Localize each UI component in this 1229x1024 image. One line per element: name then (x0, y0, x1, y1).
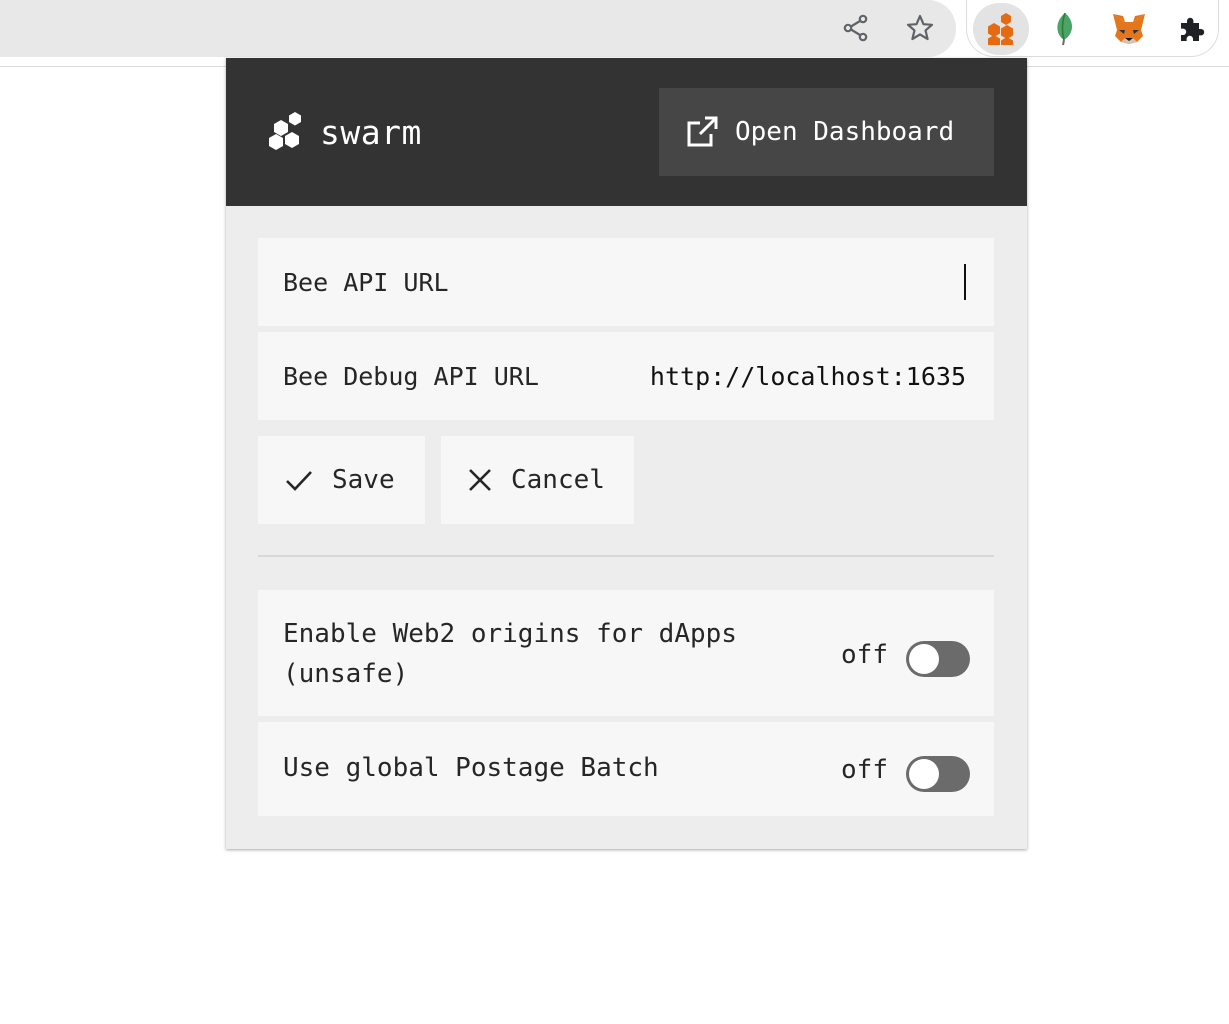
extensions-puzzle-icon[interactable] (1172, 8, 1212, 50)
swarm-extension-popup: swarm Open Dashboard Bee API URL Bee Deb… (226, 58, 1027, 849)
leaf-extension-icon[interactable] (1046, 8, 1084, 50)
popup-header: swarm Open Dashboard (226, 58, 1027, 206)
bee-debug-api-url-label: Bee Debug API URL (283, 361, 539, 391)
logo-text: swarm (320, 112, 422, 152)
bee-api-url-label: Bee API URL (283, 267, 449, 297)
toggle-knob (909, 759, 939, 789)
external-link-icon (687, 116, 718, 147)
bee-debug-api-url-row: Bee Debug API URL (258, 332, 994, 420)
section-divider (258, 555, 994, 557)
metamask-fox-icon[interactable] (1108, 8, 1150, 50)
web2-origins-label-line2: (unsafe) (283, 659, 409, 689)
swarm-logo: swarm (266, 110, 422, 154)
web2-origins-label: Enable Web2 origins for dApps (unsafe) (283, 614, 783, 694)
bee-debug-api-url-input[interactable] (606, 361, 966, 391)
browser-toolbar (0, 0, 1229, 67)
cancel-button[interactable]: Cancel (441, 436, 634, 524)
bee-api-url-row: Bee API URL (258, 238, 994, 326)
web2-origins-row: Enable Web2 origins for dApps (unsafe) o… (258, 590, 994, 716)
toggle-knob (909, 644, 939, 674)
global-postage-batch-row: Use global Postage Batch off (258, 722, 994, 816)
cancel-label: Cancel (511, 465, 605, 495)
web2-origins-state: off (841, 640, 888, 670)
bookmark-star-icon[interactable] (902, 10, 938, 46)
web2-origins-toggle[interactable] (906, 641, 970, 677)
save-label: Save (332, 465, 395, 495)
close-icon (469, 469, 491, 491)
share-icon[interactable] (838, 10, 874, 46)
save-button[interactable]: Save (258, 436, 425, 524)
web2-origins-label-line1: Enable Web2 origins for dApps (283, 619, 737, 649)
bee-api-url-field[interactable] (964, 264, 966, 300)
swarm-logo-icon (269, 112, 301, 150)
text-caret (964, 264, 966, 300)
open-dashboard-button[interactable]: Open Dashboard (659, 88, 994, 176)
global-postage-batch-toggle[interactable] (906, 756, 970, 792)
open-dashboard-label: Open Dashboard (735, 117, 955, 147)
global-postage-batch-label: Use global Postage Batch (283, 753, 659, 783)
global-postage-batch-state: off (841, 755, 888, 785)
swarm-extension-icon[interactable] (980, 8, 1022, 50)
address-bar[interactable] (0, 0, 956, 57)
checkmark-icon (286, 471, 312, 491)
